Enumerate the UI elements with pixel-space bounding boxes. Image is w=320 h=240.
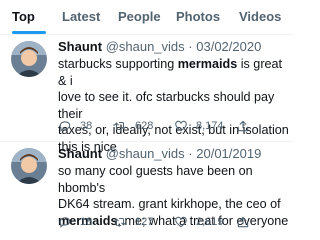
retweet-button[interactable]: 127: [113, 215, 153, 229]
avatar[interactable]: [11, 148, 47, 184]
active-tab-indicator: [12, 31, 46, 34]
tweet-header: Shaunt @shaun_vids · 20/01/2019: [58, 146, 261, 161]
retweet-button[interactable]: 628: [113, 119, 153, 133]
tweet-date[interactable]: 03/02/2020: [196, 39, 261, 54]
tweet-text: starbucks supporting mermaids is great &…: [58, 56, 290, 155]
tweet-actions: 18 127 2,619: [58, 215, 290, 231]
reply-icon: [59, 217, 71, 228]
avatar[interactable]: [11, 41, 47, 77]
tweet[interactable]: Shaunt @shaun_vids · 03/02/2020 starbuck…: [0, 35, 293, 154]
search-tabs: Top Latest People Photos Videos: [0, 0, 293, 35]
retweet-icon: [114, 121, 126, 131]
like-icon: [175, 120, 187, 132]
reply-button[interactable]: 18: [58, 215, 92, 229]
separator: ·: [188, 146, 193, 161]
like-button[interactable]: 8,174: [174, 119, 224, 133]
reply-button[interactable]: 38: [58, 119, 92, 133]
tweet-line: love to see it. ofc starbucks should pay…: [58, 90, 275, 121]
separator: ·: [188, 39, 193, 54]
author-name[interactable]: Shaunt: [58, 39, 102, 54]
share-icon: [237, 120, 249, 132]
author-handle[interactable]: @shaun_vids: [106, 39, 185, 54]
tab-videos[interactable]: Videos: [239, 9, 281, 24]
author-name[interactable]: Shaunt: [58, 146, 102, 161]
like-button[interactable]: 2,619: [174, 215, 224, 229]
tweet-date[interactable]: 20/01/2019: [196, 146, 261, 161]
highlighted-term: mermaids: [177, 57, 238, 71]
retweet-icon: [114, 217, 126, 227]
like-count: 8,174: [196, 120, 224, 132]
tab-top[interactable]: Top: [12, 9, 35, 24]
author-handle[interactable]: @shaun_vids: [106, 146, 185, 161]
like-count: 2,619: [196, 216, 224, 228]
tweet-header: Shaunt @shaun_vids · 03/02/2020: [58, 39, 261, 54]
tweet[interactable]: Shaunt @shaun_vids · 20/01/2019 so many …: [0, 142, 293, 240]
reply-count: 18: [80, 216, 93, 228]
reply-count: 38: [80, 120, 93, 132]
retweet-count: 127: [135, 216, 154, 228]
tweet-actions: 38 628 8,174: [58, 119, 290, 135]
share-button[interactable]: [236, 119, 258, 133]
tab-photos[interactable]: Photos: [176, 9, 220, 24]
reply-icon: [59, 121, 71, 132]
like-icon: [175, 216, 187, 228]
tweet-line: starbucks supporting mermaids is great &…: [58, 57, 283, 88]
share-icon: [237, 216, 249, 228]
tweet-line: so many cool guests have been on hbomb's: [58, 164, 253, 195]
tab-latest[interactable]: Latest: [62, 9, 100, 24]
tweet-line: DK64 stream. grant kirkhope, the ceo of: [58, 197, 281, 211]
share-button[interactable]: [236, 215, 258, 229]
tab-people[interactable]: People: [118, 9, 161, 24]
retweet-count: 628: [135, 120, 154, 132]
